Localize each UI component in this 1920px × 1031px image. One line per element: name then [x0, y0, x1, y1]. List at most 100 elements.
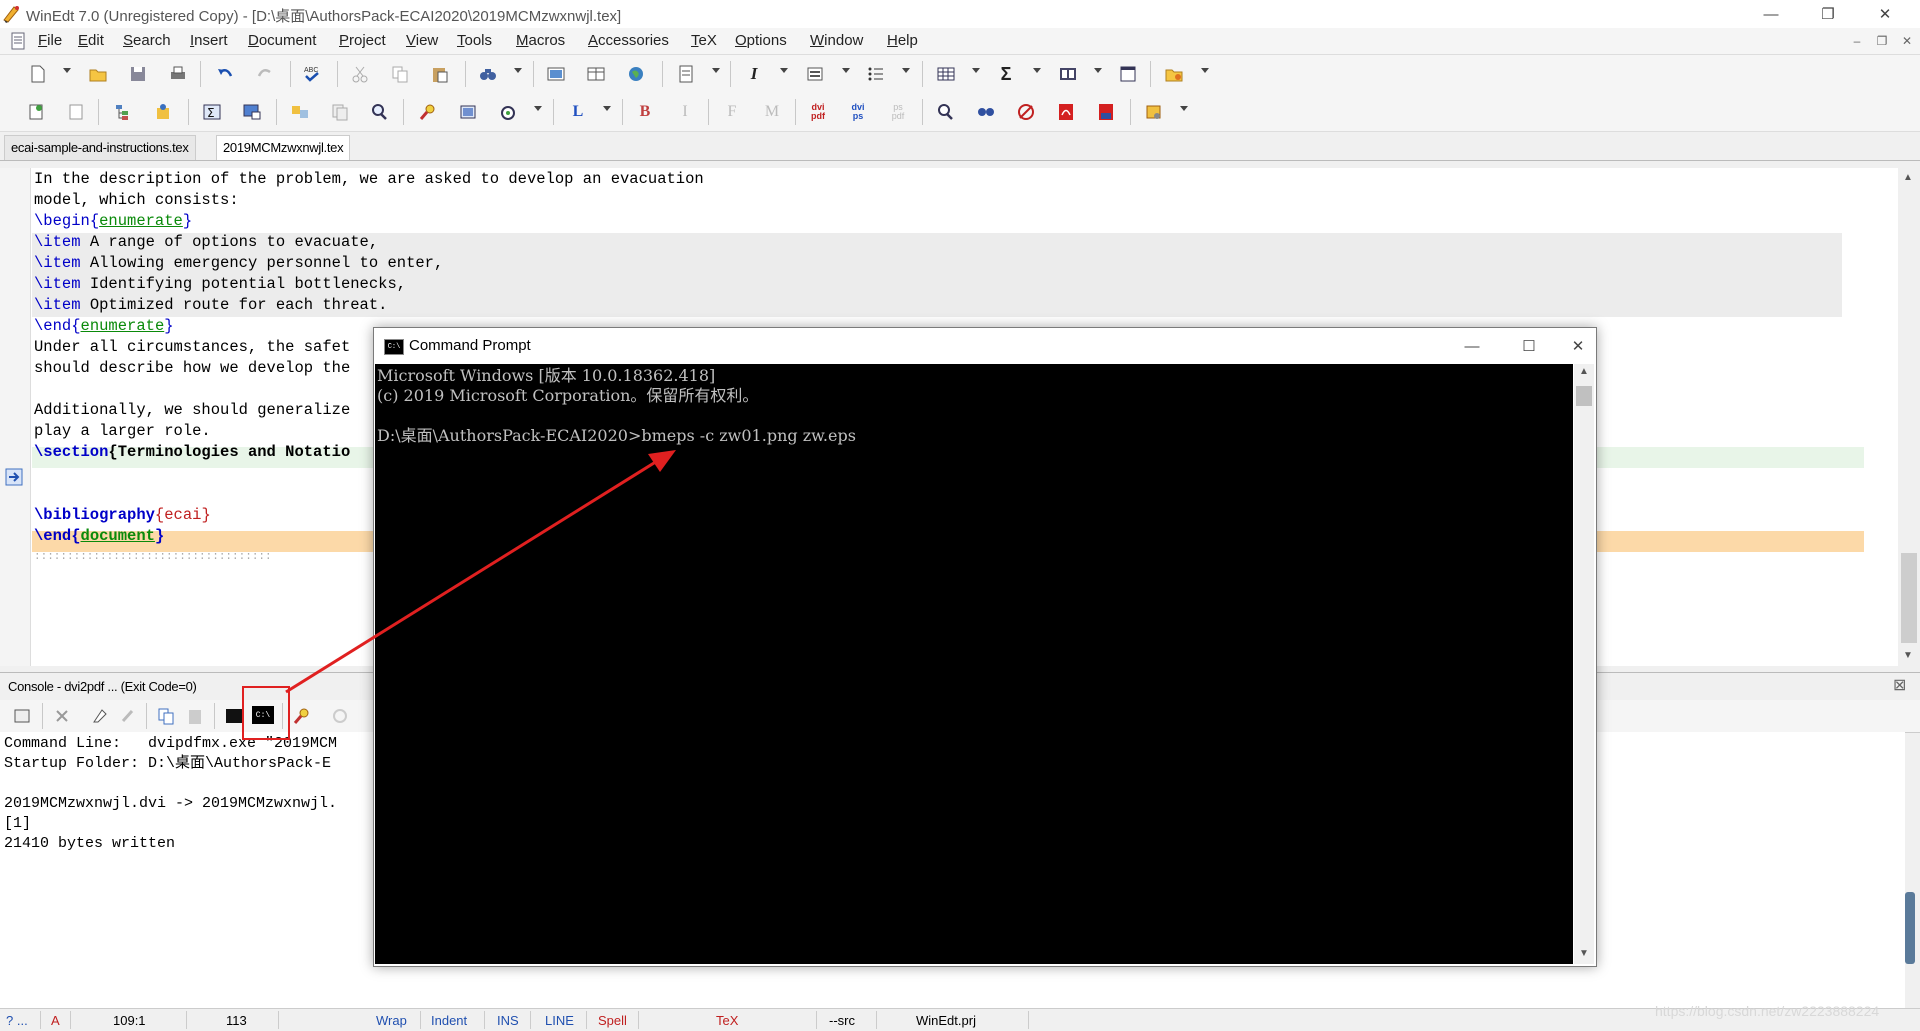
magnifier-icon[interactable]	[369, 102, 389, 122]
dvi-to-pdf-icon[interactable]: dvi pdf	[808, 102, 828, 122]
italic-text-icon[interactable]: I	[675, 102, 695, 122]
bullet-list-icon[interactable]	[866, 64, 886, 84]
font-f-icon[interactable]: F	[722, 102, 742, 122]
status-ins[interactable]: INS	[497, 1013, 519, 1028]
frame-icon[interactable]	[458, 102, 478, 122]
menu-macros[interactable]: Macros	[516, 32, 565, 49]
image-gallery-icon[interactable]	[290, 102, 310, 122]
cmd-maximize-button[interactable]: ☐	[1506, 332, 1552, 360]
menu-project[interactable]: Project	[339, 32, 386, 49]
menu-help[interactable]: Help	[887, 32, 918, 49]
document-menu-icon[interactable]	[10, 32, 26, 50]
toggle-icon[interactable]	[498, 102, 518, 122]
page-icon[interactable]	[66, 102, 86, 122]
find-dropdown[interactable]	[514, 68, 522, 73]
grid-table-dropdown[interactable]	[972, 68, 980, 73]
sigma-icon[interactable]: Σ	[996, 64, 1016, 84]
menu-tools[interactable]: Tools	[457, 32, 492, 49]
restore-button[interactable]: ❐	[1805, 0, 1851, 28]
sum-box-icon[interactable]: Σ	[202, 102, 222, 122]
status-tex[interactable]: TeX	[716, 1013, 738, 1028]
copy-icon[interactable]	[390, 64, 410, 84]
font-m-icon[interactable]: M	[762, 102, 782, 122]
pdf-icon[interactable]	[1056, 102, 1076, 122]
pdf-viewer-icon[interactable]	[1096, 102, 1116, 122]
menu-document[interactable]: Document	[248, 32, 316, 49]
console-search-icon[interactable]	[292, 706, 312, 726]
mdi-minimize-button[interactable]: ‒	[1848, 32, 1866, 50]
status-position[interactable]: 109:1	[113, 1013, 146, 1028]
document-dropdown[interactable]	[712, 68, 720, 73]
folder-open-icon[interactable]	[1164, 64, 1184, 84]
console-stop-icon[interactable]	[52, 706, 72, 726]
redo-icon[interactable]	[255, 64, 275, 84]
console-black-window-icon[interactable]	[224, 706, 244, 726]
spell-check-icon[interactable]: ABC	[302, 64, 322, 84]
options-interface-icon[interactable]	[1144, 102, 1164, 122]
screen-icon[interactable]	[242, 102, 262, 122]
cmd-scroll-up-icon[interactable]: ▲	[1579, 366, 1589, 377]
status-spell[interactable]: Spell	[598, 1013, 627, 1028]
new-file-dropdown[interactable]	[63, 68, 71, 73]
tree-view-icon[interactable]	[113, 102, 133, 122]
console-copy-icon[interactable]	[156, 706, 176, 726]
console-brush-icon[interactable]	[118, 706, 138, 726]
editor-scrollbar[interactable]: ▲ ▼	[1898, 168, 1920, 666]
toggle-dropdown[interactable]	[534, 106, 542, 111]
menu-window[interactable]: Window	[810, 32, 863, 49]
search-tool-icon[interactable]	[418, 102, 438, 122]
grid-table-icon[interactable]	[936, 64, 956, 84]
italic-icon[interactable]: I	[744, 64, 764, 84]
list-icon[interactable]	[805, 64, 825, 84]
undo-icon[interactable]	[215, 64, 235, 84]
scroll-thumb[interactable]	[1901, 553, 1917, 643]
open-folder-icon[interactable]	[88, 64, 108, 84]
status-wrap[interactable]: Wrap	[376, 1013, 407, 1028]
menu-accessories[interactable]: Accessories	[588, 32, 669, 49]
cmd-scrollbar[interactable]: ▲ ▼	[1574, 364, 1594, 964]
status-help[interactable]: ? ...	[6, 1013, 28, 1028]
ps-viewer-icon[interactable]	[1016, 102, 1036, 122]
book-dropdown[interactable]	[1094, 68, 1102, 73]
options-dropdown[interactable]	[1180, 106, 1188, 111]
close-button[interactable]: ✕	[1862, 0, 1908, 28]
minimize-button[interactable]: —	[1748, 0, 1794, 28]
save-icon[interactable]	[128, 64, 148, 84]
console-reload-icon[interactable]	[330, 706, 350, 726]
print-icon[interactable]	[168, 64, 188, 84]
book-icon[interactable]	[1058, 64, 1078, 84]
latex-l-dropdown[interactable]	[603, 106, 611, 111]
tab-ecai-sample[interactable]: ecai-sample-and-instructions.tex	[4, 135, 196, 160]
new-file-icon[interactable]	[28, 64, 48, 84]
menu-options[interactable]: Options	[735, 32, 787, 49]
cut-icon[interactable]	[350, 64, 370, 84]
sigma-dropdown[interactable]	[1033, 68, 1041, 73]
paste-icon[interactable]	[430, 64, 450, 84]
mdi-close-button[interactable]: ✕	[1898, 32, 1916, 50]
tab-2019mcm[interactable]: 2019MCMzwxnwjl.tex	[216, 135, 351, 160]
find-icon[interactable]	[478, 64, 498, 84]
cmd-title-bar[interactable]: C:\ Command Prompt — ☐ ✕	[374, 328, 1596, 364]
image-icon[interactable]	[546, 64, 566, 84]
latex-l-icon[interactable]: L	[568, 102, 588, 122]
menu-insert[interactable]: Insert	[190, 32, 228, 49]
cmd-scroll-thumb[interactable]	[1576, 386, 1592, 406]
mdi-restore-button[interactable]: ❐	[1873, 32, 1891, 50]
dvi-viewer-icon[interactable]	[976, 102, 996, 122]
status-indent[interactable]: Indent	[431, 1013, 467, 1028]
folder-open-dropdown[interactable]	[1201, 68, 1209, 73]
cmd-console-area[interactable]: Microsoft Windows [版本 10.0.18362.418] (c…	[375, 364, 1573, 964]
console-close-button[interactable]: ⊠	[1893, 675, 1906, 695]
table-icon[interactable]	[586, 64, 606, 84]
italic-dropdown[interactable]	[780, 68, 788, 73]
cmd-scroll-down-icon[interactable]: ▼	[1579, 948, 1589, 959]
console-clear-icon[interactable]	[90, 706, 110, 726]
cmd-minimize-button[interactable]: —	[1449, 332, 1495, 360]
project-tree-icon[interactable]	[26, 102, 46, 122]
window-icon[interactable]	[1118, 64, 1138, 84]
list-dropdown[interactable]	[842, 68, 850, 73]
document-icon[interactable]	[676, 64, 696, 84]
status-line-mode[interactable]: LINE	[545, 1013, 574, 1028]
bookmark-arrow-icon[interactable]	[5, 468, 23, 486]
winedt-app-icon[interactable]	[2, 4, 22, 24]
